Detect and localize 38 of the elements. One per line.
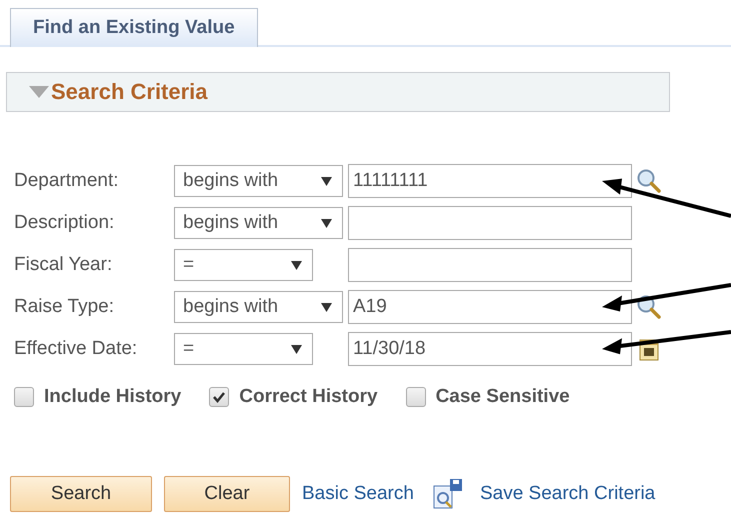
checkbox[interactable] (406, 387, 426, 407)
caret-icon (321, 176, 332, 186)
checkbox[interactable] (209, 387, 230, 407)
checkbox-label: Include History (44, 386, 182, 408)
checkbox-label: Correct History (239, 386, 378, 408)
input-field[interactable]: 11/30/18 (348, 332, 632, 366)
operator-select[interactable]: begins with (174, 165, 343, 197)
field-label: Effective Date: (14, 338, 138, 360)
caret-icon (321, 218, 332, 228)
section-header[interactable]: Search Criteria (6, 72, 670, 112)
tab[interactable]: Find an Existing Value (10, 8, 258, 47)
clear-button[interactable]: Clear (164, 476, 290, 512)
link[interactable]: Basic Search (302, 483, 414, 505)
save-search-icon[interactable] (432, 478, 464, 510)
operator-select[interactable]: begins with (174, 291, 343, 323)
link[interactable]: Save Search Criteria (480, 483, 656, 505)
caret-icon (321, 302, 332, 312)
input-field[interactable] (348, 206, 632, 240)
section-title: Search Criteria (51, 79, 208, 105)
caret-icon (291, 260, 302, 270)
field-label: Fiscal Year: (14, 254, 114, 276)
collapse-icon (29, 86, 49, 98)
caret-icon (291, 344, 302, 354)
input-field[interactable]: 11111111 (348, 164, 632, 198)
input-field[interactable] (348, 248, 632, 282)
check-icon (212, 391, 226, 403)
search-icon[interactable] (636, 168, 662, 194)
search-button[interactable]: Search (10, 476, 152, 512)
operator-select[interactable]: = (174, 333, 313, 365)
search-icon[interactable] (636, 294, 662, 320)
field-label: Department: (14, 170, 120, 192)
checkbox-label: Case Sensitive (436, 386, 570, 408)
checkbox[interactable] (14, 387, 34, 407)
input-field[interactable]: A19 (348, 290, 632, 324)
operator-select[interactable]: begins with (174, 207, 343, 239)
operator-select[interactable]: = (174, 249, 313, 281)
field-label: Raise Type: (14, 296, 115, 318)
field-label: Description: (14, 212, 116, 234)
